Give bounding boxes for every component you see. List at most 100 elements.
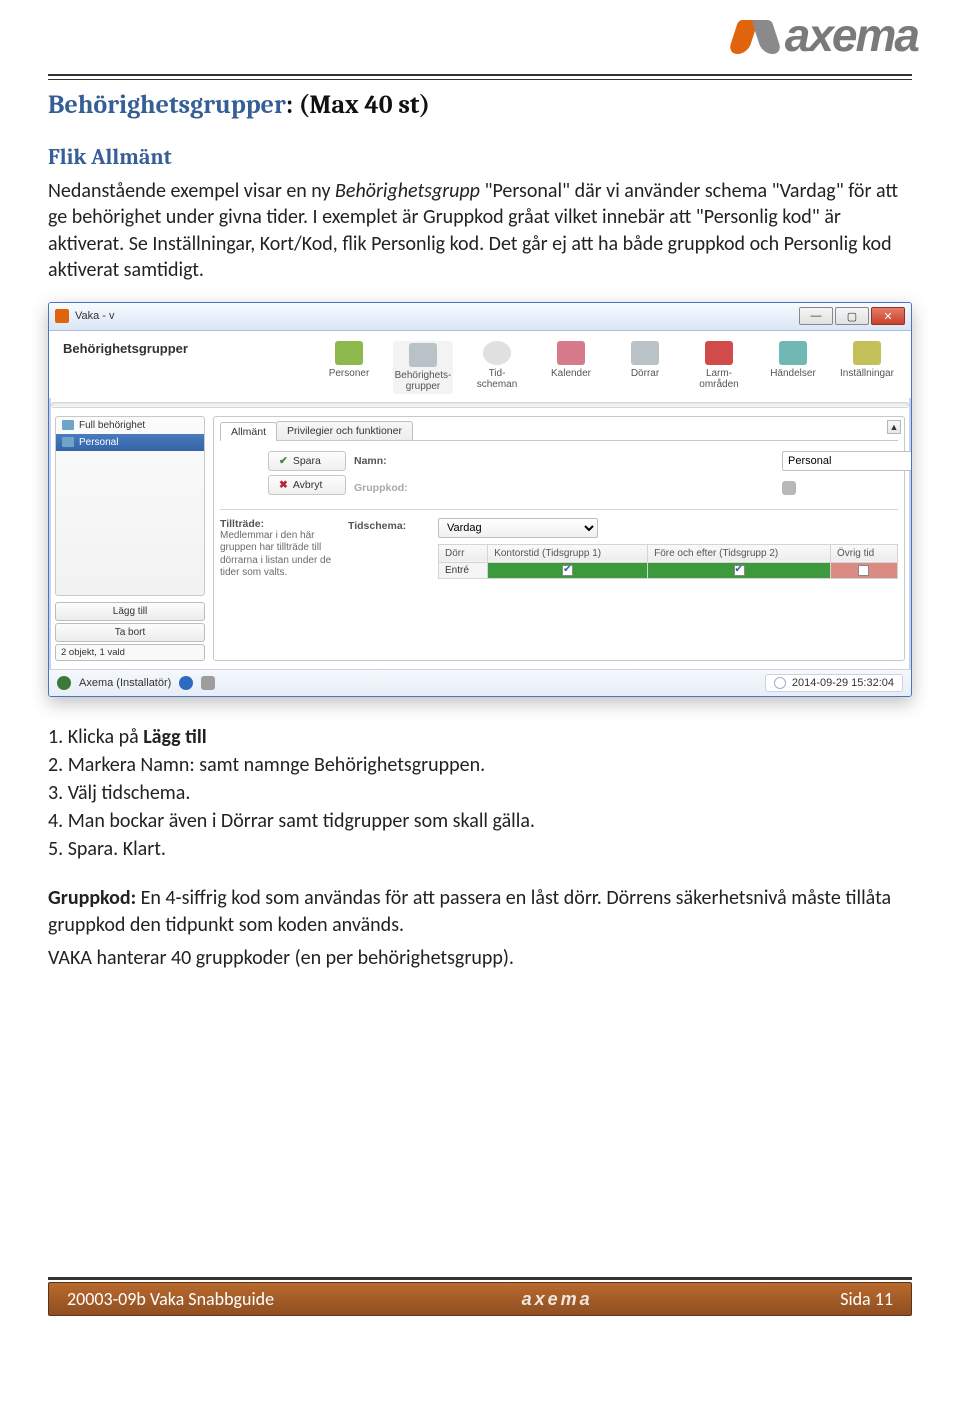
intro-part-ital: Behörighetsgrupp: [335, 179, 480, 203]
main-panel: ▲ Allmänt Privilegier och funktioner Nam…: [213, 416, 905, 661]
list-item: 2. Markera Namn: samt namnge Behörighets…: [48, 751, 912, 779]
page-title-rest: : (Max 40 st): [286, 90, 430, 120]
window-maximize-button[interactable]: ▢: [835, 307, 869, 325]
cell-t2[interactable]: [648, 562, 831, 578]
app-icon: [55, 309, 69, 323]
settings-icon: [853, 341, 881, 365]
extra-icon[interactable]: [201, 676, 215, 690]
clock-icon: [774, 677, 786, 689]
check-icon: ✔: [279, 455, 288, 467]
nav-dorrar[interactable]: Dörrar: [615, 341, 675, 394]
nav-label: Tid- scheman: [477, 368, 518, 390]
window-titlebar: Vaka - v — ▢ ✕: [49, 303, 911, 331]
cell-t1[interactable]: [488, 562, 648, 578]
label-schedule: Tidschema:: [348, 518, 430, 532]
top-nav: Personer Behörighets- grupper Tid- schem…: [319, 341, 897, 394]
nav-larmomraden[interactable]: Larm- områden: [689, 341, 749, 394]
sidebar-item-label: Personal: [79, 437, 118, 448]
intro-part-a: Nedanstående exempel visar en ny: [48, 179, 335, 203]
nav-behorighetsgrupper[interactable]: Behörighets- grupper: [393, 341, 453, 394]
cell-other[interactable]: [830, 562, 897, 578]
tab-allmant[interactable]: Allmänt: [220, 422, 277, 441]
note-gruppkod: Gruppkod: En 4-siffrig kod som användas …: [48, 885, 912, 939]
door-icon: [631, 341, 659, 365]
app-screenshot: Vaka - v — ▢ ✕ Behörighetsgrupper Person…: [48, 302, 912, 697]
name-input[interactable]: [782, 451, 912, 471]
clock-icon: [483, 341, 511, 365]
nav-label: Kalender: [551, 368, 591, 379]
cancel-button[interactable]: ✖Avbryt: [268, 475, 346, 495]
th-t1[interactable]: Kontorstid (Tidsgrupp 1): [488, 544, 648, 562]
th-other[interactable]: Övrig tid: [830, 544, 897, 562]
people-icon: [335, 341, 363, 365]
th-door[interactable]: Dörr: [439, 544, 488, 562]
logo-mark-icon: [729, 14, 781, 56]
add-button[interactable]: Lägg till: [55, 602, 205, 621]
group-icon: [62, 437, 74, 447]
window-minimize-button[interactable]: —: [799, 307, 833, 325]
events-icon: [779, 341, 807, 365]
label-name: Namn:: [354, 455, 436, 467]
calendar-icon: [557, 341, 585, 365]
nav-label: Behörighets- grupper: [395, 370, 452, 392]
list-item: 3. Välj tidschema.: [48, 779, 912, 807]
lock-icon: [782, 481, 796, 495]
sidebar-item-full[interactable]: Full behörighet: [56, 417, 204, 434]
label-gruppkod: Gruppkod:: [354, 482, 436, 494]
checkbox-icon[interactable]: [734, 565, 745, 576]
cross-icon: ✖: [279, 479, 288, 491]
section-subhead: Flik Allmänt: [48, 144, 912, 170]
sidebar: Full behörighet Personal Lägg till Ta bo…: [55, 416, 205, 661]
scroll-up-button[interactable]: ▲: [887, 420, 901, 434]
steps-list: 1. Klicka på Lägg till 2. Markera Namn: …: [48, 723, 912, 863]
note-vaka: VAKA hanterar 40 gruppkoder (en per behö…: [48, 945, 912, 972]
access-table: Dörr Kontorstid (Tidsgrupp 1) Före och e…: [438, 544, 898, 579]
logo-text: axema: [785, 8, 918, 62]
nav-installningar[interactable]: Inställningar: [837, 341, 897, 394]
group-list: Full behörighet Personal: [55, 416, 205, 596]
sidebar-status: 2 objekt, 1 vald: [55, 644, 205, 661]
footer-brand: axema: [522, 1289, 593, 1310]
group-icon: [62, 420, 74, 430]
nav-label: Inställningar: [840, 368, 894, 379]
label-access: Tillträde:: [220, 518, 340, 530]
cell-door-name: Entré: [439, 562, 488, 578]
save-label: Spara: [293, 455, 321, 467]
save-button[interactable]: ✔ Spara: [268, 451, 346, 471]
intro-paragraph: Nedanstående exempel visar en ny Behörig…: [48, 178, 912, 284]
nav-handelser[interactable]: Händelser: [763, 341, 823, 394]
header-rule: [48, 74, 912, 80]
groups-icon: [409, 343, 437, 367]
status-time-text: 2014-09-29 15:32:04: [792, 677, 894, 689]
nav-tidscheman[interactable]: Tid- scheman: [467, 341, 527, 394]
nav-label: Personer: [329, 368, 370, 379]
section-header: Behörighetsgrupper: [63, 341, 188, 356]
nav-personer[interactable]: Personer: [319, 341, 379, 394]
access-description: Medlemmar i den här gruppen har tillträd…: [220, 530, 340, 580]
checkbox-icon[interactable]: [562, 565, 573, 576]
schedule-select[interactable]: Vardag: [438, 518, 598, 538]
th-t2[interactable]: Före och efter (Tidsgrupp 2): [648, 544, 831, 562]
list-item: 5. Spara. Klart.: [48, 835, 912, 863]
status-time: 2014-09-29 15:32:04: [765, 674, 903, 692]
nav-kalender[interactable]: Kalender: [541, 341, 601, 394]
info-icon[interactable]: [179, 676, 193, 690]
nav-label: Larm- områden: [699, 368, 738, 390]
header-divider: [51, 402, 909, 408]
footer-left: 20003-09b Vaka Snabbguide: [67, 1288, 274, 1310]
status-dot-icon: [57, 676, 71, 690]
checkbox-icon[interactable]: [858, 565, 869, 576]
table-row: Entré: [439, 562, 898, 578]
list-item: 1. Klicka på Lägg till: [48, 723, 912, 751]
sidebar-item-personal[interactable]: Personal: [56, 434, 204, 451]
list-item: 4. Man bockar även i Dörrar samt tidgrup…: [48, 807, 912, 835]
page-title-accent: Behörighetsgrupper: [48, 90, 286, 120]
nav-label: Dörrar: [631, 368, 659, 379]
remove-button[interactable]: Ta bort: [55, 623, 205, 642]
tab-privilegier[interactable]: Privilegier och funktioner: [276, 421, 413, 440]
sidebar-item-label: Full behörighet: [79, 420, 145, 431]
nav-label: Händelser: [770, 368, 816, 379]
brand-logo: axema: [729, 8, 918, 62]
page-footer: 20003-09b Vaka Snabbguide axema Sida 11: [48, 1277, 912, 1316]
window-close-button[interactable]: ✕: [871, 307, 905, 325]
